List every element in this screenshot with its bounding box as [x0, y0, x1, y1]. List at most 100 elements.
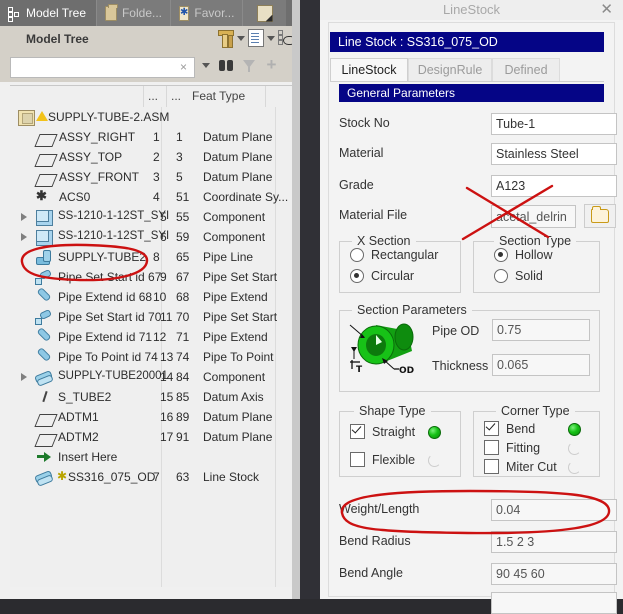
bend-angle-field[interactable]: 90 45 60 [491, 563, 617, 585]
shape-type-title: Shape Type [354, 404, 431, 418]
show-hide-icon[interactable] [278, 30, 296, 46]
tree-item-type: Line Stock [203, 470, 260, 484]
search-input[interactable] [10, 57, 195, 78]
flexible-status-indicator-icon [428, 454, 441, 467]
list-item[interactable]: SS-1210-1-12ST_SYI 6 59 Component [10, 227, 292, 247]
workspace-background [300, 0, 320, 599]
tree-item-id: 68 [176, 290, 190, 304]
tree-item-label: Pipe Set Start id 70 [58, 310, 162, 324]
list-item[interactable]: ASSY_TOP 2 3 Datum Plane [10, 147, 292, 167]
checkbox-flexible-label: Flexible [372, 452, 416, 467]
tab-favorites[interactable]: ✱ Favor... [170, 0, 242, 26]
material-label: Material [339, 146, 384, 160]
corner-type-title: Corner Type [496, 404, 575, 418]
bend-angle-row: Bend Angle 90 45 60 [339, 563, 617, 585]
list-item[interactable]: SUPPLY-TUBE20001 14 84 Component [10, 367, 292, 387]
list-item[interactable]: SUPPLY-TUBE-2.ASM [10, 107, 292, 127]
column-header-num[interactable]: ... [148, 89, 158, 103]
checkbox-straight[interactable]: Straight [350, 424, 415, 439]
search-chevron-down-icon[interactable] [202, 62, 210, 68]
column-header-feat-type[interactable]: Feat Type [192, 89, 245, 103]
chevron-down-icon[interactable] [237, 35, 245, 41]
find-binoculars-icon[interactable] [219, 58, 234, 72]
radio-dot-circular [350, 269, 364, 283]
display-list-icon[interactable] [248, 29, 264, 47]
list-item[interactable]: Pipe Extend id 68 10 68 Pipe Extend [10, 287, 292, 307]
tab-folder-browser-label: Folde... [121, 6, 162, 20]
thickness-label: Thickness [432, 359, 489, 373]
tree-item-id: 67 [176, 270, 190, 284]
tab-model-tree[interactable]: Model Tree [0, 0, 96, 26]
tree-row-supply-tube2[interactable]: SUPPLY-TUBE2 8 65 Pipe Line [10, 247, 292, 267]
list-item[interactable]: ADTM1 16 89 Datum Plane [10, 407, 292, 427]
tab-layer-tree[interactable] [242, 0, 286, 26]
list-item[interactable]: Pipe Set Start id 70 11 70 Pipe Set Star… [10, 307, 292, 327]
checkbox-bend-label: Bend [506, 421, 536, 436]
tree-item-id: 65 [176, 250, 190, 264]
folder-browser-icon [105, 3, 118, 21]
list-item[interactable]: Pipe Set Start id 67 9 67 Pipe Set Start [10, 267, 292, 287]
component-icon [36, 210, 53, 226]
radio-rectangular[interactable]: Rectangular [350, 248, 438, 262]
clear-search-icon[interactable]: × [180, 60, 187, 74]
list-item[interactable]: ADTM2 17 91 Datum Plane [10, 427, 292, 447]
field-row-material-file: Material File acetal_delrin [339, 204, 616, 229]
checkbox-bend[interactable]: Bend [484, 421, 535, 436]
material-file-field[interactable]: acetal_delrin [491, 205, 576, 228]
checkbox-fitting[interactable]: Fitting [484, 440, 540, 455]
settings-hammer-icon[interactable] [218, 29, 234, 48]
expander-icon[interactable] [21, 373, 27, 381]
list-item[interactable]: SS-1210-1-12ST_SYI 5 55 Component [10, 207, 292, 227]
dialog-title-bar[interactable]: LineStock ✕ [320, 0, 623, 20]
material-field[interactable]: Stainless Steel [491, 143, 617, 165]
tree-item-type: Coordinate Sy... [203, 190, 289, 204]
tree-item-id: 74 [176, 350, 190, 364]
tree-item-type: Component [203, 210, 266, 224]
group-corner-type: Corner Type Bend Fitting Miter Cut [473, 404, 600, 477]
filter-funnel-icon[interactable] [243, 59, 256, 72]
list-item[interactable]: ASSY_FRONT 3 5 Datum Plane [10, 167, 292, 187]
list-item[interactable]: Pipe To Point id 74 13 74 Pipe To Point [10, 347, 292, 367]
tab-folder-browser[interactable]: Folde... [96, 0, 170, 26]
chevron-down-icon-2[interactable] [267, 35, 275, 41]
tree-item-label: ADTM2 [58, 430, 99, 444]
stock-no-label: Stock No [339, 116, 390, 130]
list-item[interactable]: ✱ ACS0 4 51 Coordinate Sy... [10, 187, 292, 207]
list-item-line-stock[interactable]: ✱ SS316_075_OD 7 63 Line Stock [10, 467, 292, 487]
thickness-field[interactable]: 0.065 [492, 354, 590, 376]
checkbox-miter-cut[interactable]: Miter Cut [484, 459, 557, 474]
checkbox-flexible[interactable]: Flexible [350, 452, 415, 467]
model-tree-list[interactable]: SUPPLY-TUBE-2.ASM ASSY_RIGHT 1 1 Datum P… [10, 107, 292, 587]
close-icon[interactable]: ✕ [600, 1, 613, 18]
radio-solid[interactable]: Solid [494, 269, 543, 283]
checkbox-box-bend [484, 421, 499, 436]
checkbox-box-flexible [350, 452, 365, 467]
grade-field[interactable]: A123 [491, 175, 617, 197]
browse-material-file-button[interactable] [584, 204, 616, 228]
next-field-partial[interactable] [491, 592, 617, 614]
radio-hollow[interactable]: Hollow [494, 248, 553, 262]
list-item[interactable]: ASSY_RIGHT 1 1 Datum Plane [10, 127, 292, 147]
tree-item-type: Pipe Set Start [203, 310, 278, 324]
radio-circular[interactable]: Circular [350, 269, 414, 283]
tab-defined[interactable]: Defined [492, 58, 560, 82]
component-icon [36, 230, 53, 246]
pipe-od-field[interactable]: 0.75 [492, 319, 590, 341]
tab-linestock[interactable]: LineStock [330, 58, 408, 82]
list-item-insert-here[interactable]: Insert Here [10, 447, 292, 467]
tab-designrule[interactable]: DesignRule [408, 58, 492, 82]
weight-length-field[interactable]: 0.04 [491, 499, 617, 521]
tree-item-label: SS-1210-1-12ST_SYI [58, 210, 170, 222]
expander-icon[interactable] [21, 233, 27, 241]
add-plus-icon[interactable]: + [265, 56, 278, 73]
stock-no-field[interactable]: Tube-1 [491, 113, 617, 135]
tree-item-type: Component [203, 370, 266, 384]
bend-radius-field[interactable]: 1.5 2 3 [491, 531, 617, 553]
list-item[interactable]: Pipe Extend id 71 12 71 Pipe Extend [10, 327, 292, 347]
column-header-id[interactable]: ... [171, 89, 181, 103]
list-item[interactable]: S_TUBE2 15 85 Datum Axis [10, 387, 292, 407]
tree-item-num: 1 [153, 130, 160, 144]
group-x-section: X Section Rectangular Circular [339, 234, 461, 293]
expander-icon[interactable] [21, 213, 27, 221]
tree-item-id: 3 [176, 150, 183, 164]
